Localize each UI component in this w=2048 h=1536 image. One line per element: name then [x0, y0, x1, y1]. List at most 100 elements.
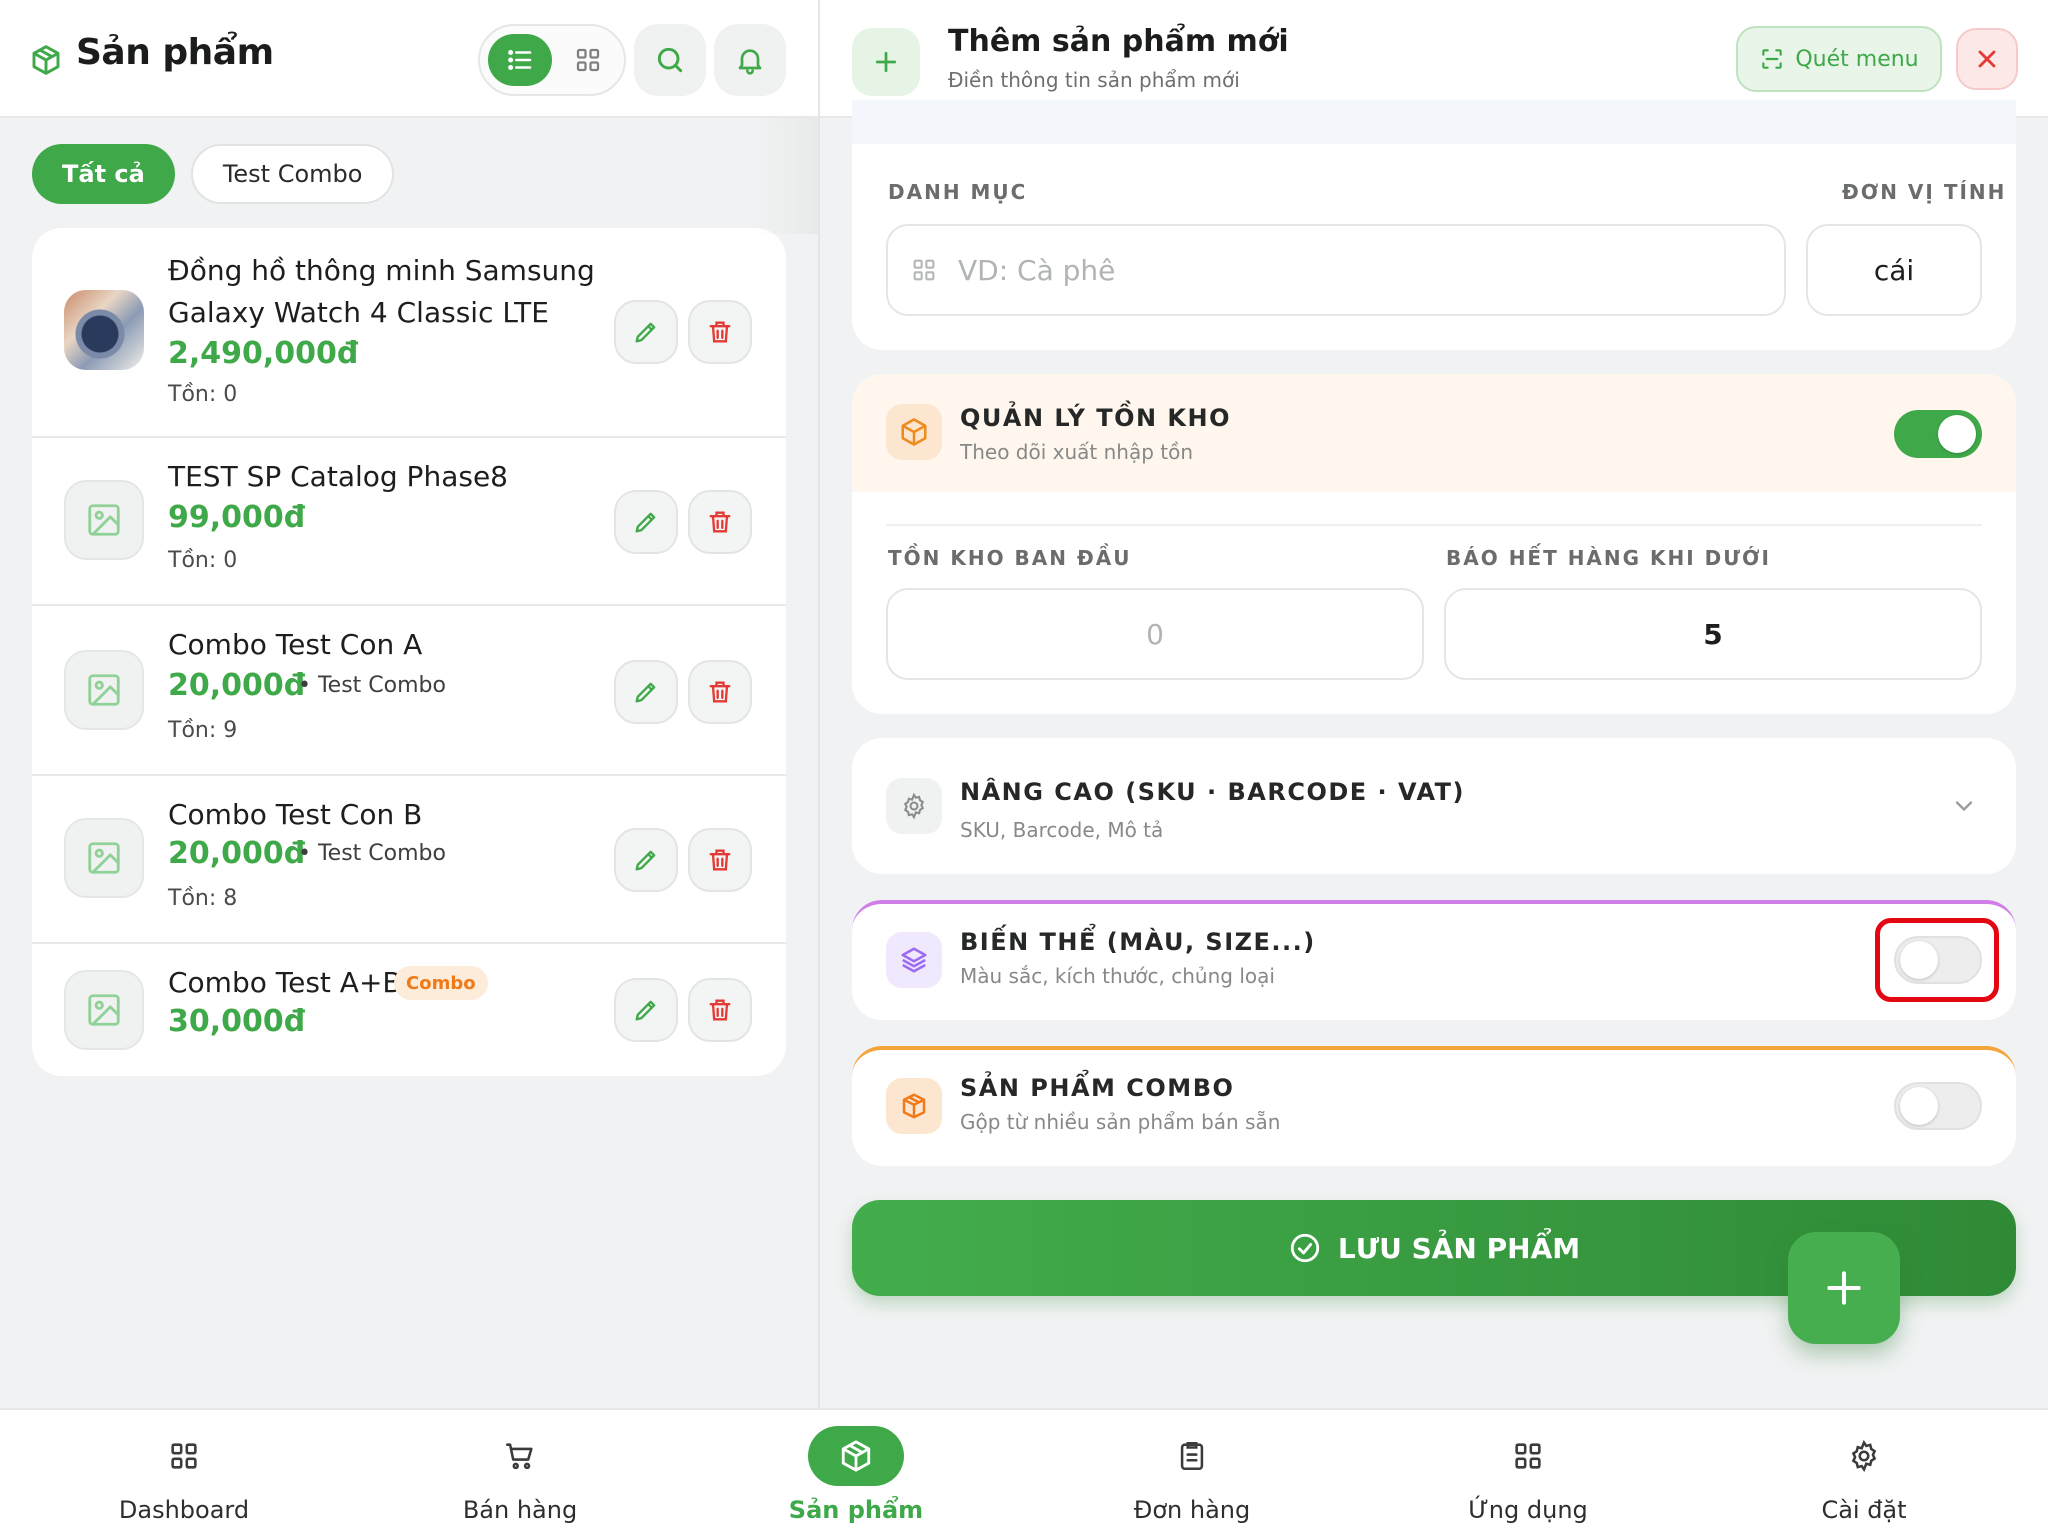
save-product-label: LƯU SẢN PHẨM — [1337, 1231, 1581, 1265]
combo-badge: Combo — [394, 966, 488, 1000]
pencil-icon — [632, 996, 660, 1024]
product-row[interactable]: Combo Test Con B 20,000đ • Test Combo Tồ… — [32, 776, 786, 944]
edit-product-button[interactable] — [614, 300, 678, 364]
product-row[interactable]: Đồng hồ thông minh Samsung Galaxy Watch 4… — [32, 228, 786, 438]
delete-product-button[interactable] — [688, 828, 752, 892]
nav-label: Dashboard — [118, 1496, 250, 1524]
nav-item-settings[interactable]: Cài đặt — [1694, 1410, 2034, 1536]
stock-icon-box — [886, 404, 942, 460]
product-name: Đồng hồ thông minh Samsung Galaxy Watch 4… — [168, 254, 595, 329]
trash-icon — [706, 318, 734, 346]
product-row[interactable]: Combo Test A+B Combo 30,000đ — [32, 944, 786, 1076]
combo-toggle[interactable] — [1894, 1082, 1982, 1130]
product-thumbnail — [64, 970, 144, 1050]
list-icon — [505, 45, 535, 75]
product-thumbnail — [64, 480, 144, 560]
nav-label: Sản phẩm — [788, 1496, 924, 1524]
category-input[interactable]: VD: Cà phê — [886, 224, 1786, 316]
gear-icon — [1847, 1439, 1881, 1473]
product-thumbnail — [64, 290, 144, 370]
floating-add-button[interactable] — [1788, 1232, 1900, 1344]
nav-label: Cài đặt — [1821, 1496, 1907, 1524]
image-placeholder-icon — [85, 501, 123, 539]
list-view-button[interactable] — [488, 34, 552, 86]
bell-icon — [734, 44, 766, 76]
product-category: • Test Combo — [298, 673, 446, 698]
add-product-icon-box — [852, 28, 920, 96]
pencil-icon — [632, 508, 660, 536]
unit-input[interactable]: cái — [1806, 224, 1982, 316]
pencil-icon — [632, 318, 660, 346]
image-placeholder-icon — [85, 991, 123, 1029]
settings-icon-box — [886, 778, 942, 834]
product-stock: Tồn: 0 — [168, 382, 238, 407]
nav-icon-wrap — [1144, 1426, 1240, 1486]
close-panel-button[interactable] — [1956, 28, 2018, 90]
image-placeholder-icon — [85, 671, 123, 709]
advanced-title: NÂNG CAO (SKU · BARCODE · VAT) — [960, 778, 1465, 806]
nav-icon-wrap — [136, 1426, 232, 1486]
trash-icon — [706, 508, 734, 536]
box-icon — [899, 417, 929, 447]
product-price: 20,000đ — [168, 836, 306, 871]
initial-stock-input[interactable]: 0 — [886, 588, 1424, 680]
nav-item-apps[interactable]: Ứng dụng — [1358, 1410, 1698, 1536]
nav-item-products[interactable]: Sản phẩm — [686, 1410, 1026, 1536]
edit-product-button[interactable] — [614, 978, 678, 1042]
edit-product-button[interactable] — [614, 490, 678, 554]
variants-subtitle: Màu sắc, kích thước, chủng loại — [960, 964, 1275, 988]
nav-item-orders[interactable]: Đơn hàng — [1022, 1410, 1362, 1536]
grid-icon — [910, 256, 938, 284]
stock-toggle[interactable] — [1894, 410, 1982, 458]
nav-icon-wrap — [472, 1426, 568, 1486]
delete-product-button[interactable] — [688, 660, 752, 724]
nav-icon-wrap — [808, 1426, 904, 1486]
product-name: Combo Test Con B — [168, 798, 423, 831]
product-price: 99,000đ — [168, 500, 306, 535]
product-price: 20,000đ — [168, 668, 306, 703]
nav-item-sales[interactable]: Bán hàng — [350, 1410, 690, 1536]
nav-item-dashboard[interactable]: Dashboard — [14, 1410, 354, 1536]
notifications-button[interactable] — [714, 24, 786, 96]
category-label: DANH MỤC — [888, 180, 1028, 204]
delete-product-button[interactable] — [688, 490, 752, 554]
apps-icon — [1511, 1439, 1545, 1473]
nav-icon-wrap — [1480, 1426, 1576, 1486]
products-pane: Sản phẩm Tất cả Test Combo Đồng hồ thông… — [0, 0, 818, 1408]
box-icon — [839, 1439, 873, 1473]
panel-subtitle: Điền thông tin sản phẩm mới — [948, 68, 1240, 92]
low-stock-value: 5 — [1703, 617, 1723, 651]
edit-product-button[interactable] — [614, 660, 678, 724]
product-row[interactable]: Combo Test Con A 20,000đ • Test Combo Tồ… — [32, 606, 786, 776]
unit-value: cái — [1873, 253, 1915, 287]
combo-icon-box — [886, 1078, 942, 1134]
grid-view-button[interactable] — [556, 34, 620, 86]
combo-section: SẢN PHẨM COMBO Gộp từ nhiều sản phẩm bán… — [852, 1046, 2016, 1166]
advanced-section[interactable]: NÂNG CAO (SKU · BARCODE · VAT) SKU, Barc… — [852, 738, 2016, 874]
delete-product-button[interactable] — [688, 978, 752, 1042]
trash-icon — [706, 846, 734, 874]
gear-icon — [900, 792, 928, 820]
filter-chip-all[interactable]: Tất cả — [32, 144, 175, 204]
product-stock: Tồn: 9 — [168, 718, 238, 743]
nav-label: Đơn hàng — [1133, 1496, 1251, 1524]
chevron-down-icon — [1950, 792, 1978, 820]
initial-stock-label: TỒN KHO BAN ĐẦU — [888, 546, 1132, 570]
layers-icon — [899, 945, 929, 975]
low-stock-input[interactable]: 5 — [1444, 588, 1982, 680]
search-button[interactable] — [634, 24, 706, 96]
edit-product-button[interactable] — [614, 828, 678, 892]
variants-icon-box — [886, 932, 942, 988]
product-name: Combo Test A+B — [168, 966, 402, 999]
product-category: • Test Combo — [298, 841, 446, 866]
trash-icon — [706, 996, 734, 1024]
check-circle-icon — [1288, 1231, 1322, 1265]
filter-chip-test-combo[interactable]: Test Combo — [190, 144, 395, 204]
divider — [886, 524, 1982, 526]
delete-product-button[interactable] — [688, 300, 752, 364]
product-row[interactable]: TEST SP Catalog Phase8 99,000đ Tồn: 0 — [32, 438, 786, 606]
pencil-icon — [632, 846, 660, 874]
package-icon — [899, 1091, 929, 1121]
product-stock: Tồn: 8 — [168, 886, 238, 911]
scan-menu-button[interactable]: Quét menu — [1736, 26, 1942, 92]
